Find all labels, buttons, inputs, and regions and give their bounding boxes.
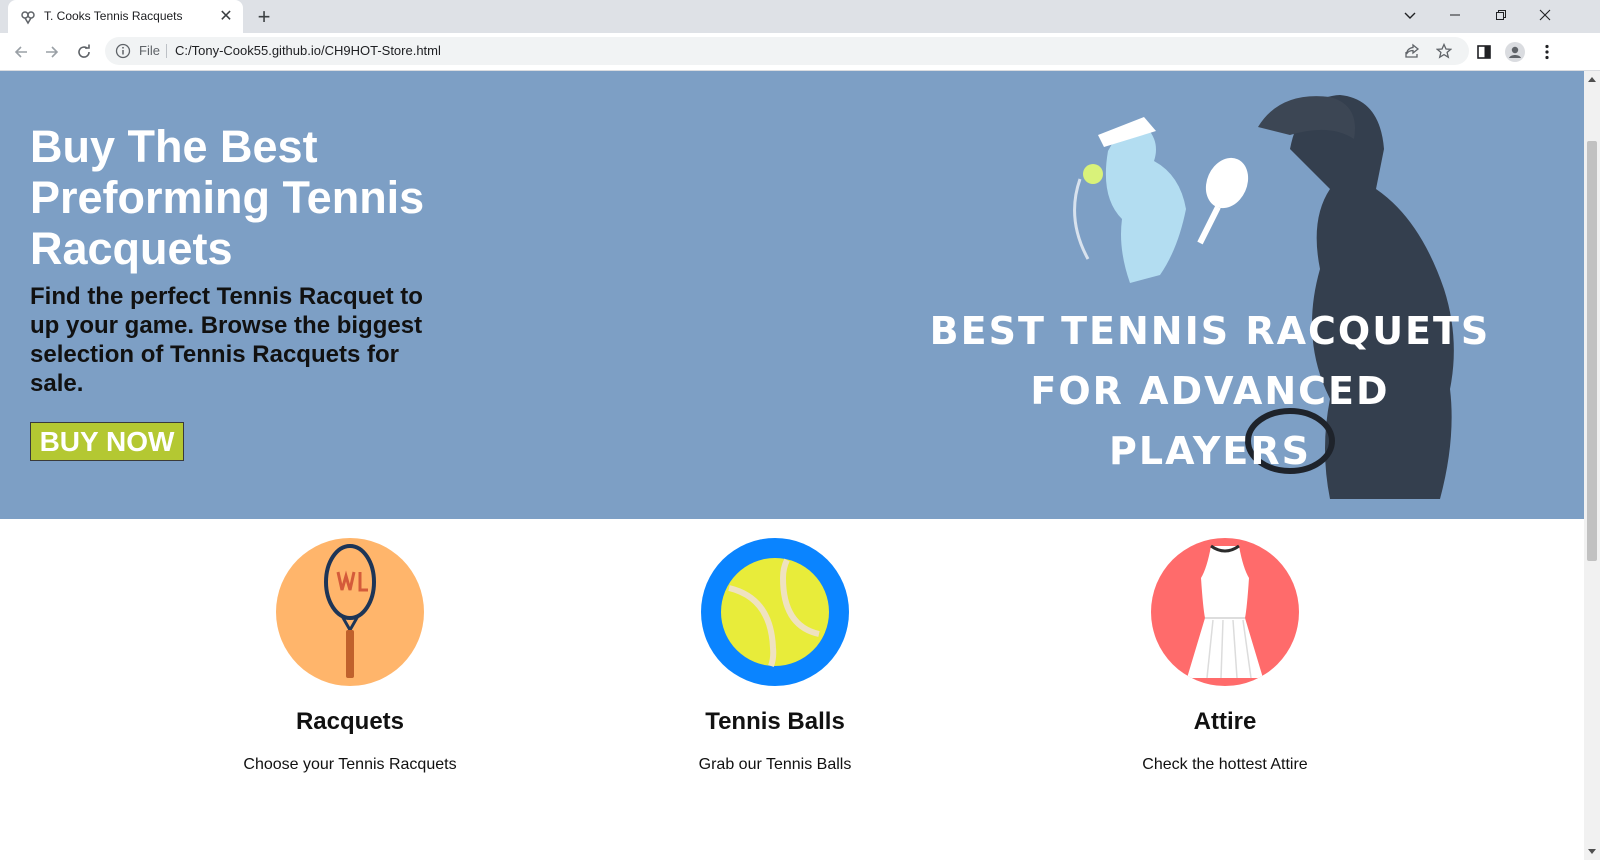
hero-section: Buy The Best Preforming Tennis Racquets … — [0, 71, 1584, 519]
forward-icon[interactable] — [38, 38, 66, 66]
reload-icon[interactable] — [70, 38, 98, 66]
category-racquets[interactable]: Racquets Choose your Tennis Racquets — [180, 538, 520, 788]
scroll-up-arrow-icon[interactable] — [1588, 77, 1596, 82]
tennis-ball-image[interactable] — [701, 538, 849, 686]
profile-icon[interactable] — [1505, 42, 1525, 62]
tab-close-icon[interactable]: ✕ — [217, 8, 235, 26]
browser-toolbar: File C:/Tony-Cook55.github.io/CH9HOT-Sto… — [0, 33, 1600, 71]
racquet-image[interactable] — [276, 538, 424, 686]
tab-title: T. Cooks Tennis Racquets — [44, 9, 183, 23]
page-viewport: Buy The Best Preforming Tennis Racquets … — [0, 71, 1584, 860]
window-close-icon[interactable] — [1522, 0, 1568, 30]
tab-search-icon[interactable] — [1387, 0, 1433, 30]
category-title: Attire — [1193, 708, 1257, 735]
hero-subtitle: Find the perfect Tennis Racquet to up yo… — [30, 283, 423, 397]
vertical-scrollbar[interactable] — [1584, 71, 1600, 860]
address-bar[interactable]: File C:/Tony-Cook55.github.io/CH9HOT-Sto… — [105, 37, 1469, 65]
category-description: Check the hottest Attire — [1142, 756, 1308, 773]
share-icon[interactable] — [1403, 42, 1421, 60]
category-description: Choose your Tennis Racquets — [243, 756, 457, 773]
category-tennis-balls[interactable]: Tennis Balls Grab our Tennis Balls — [605, 538, 945, 788]
favicon-icon — [21, 11, 35, 25]
minimize-icon[interactable] — [1432, 0, 1478, 30]
hero-title: Buy The Best Preforming Tennis Racquets — [30, 121, 425, 274]
back-icon[interactable] — [7, 38, 35, 66]
category-attire[interactable]: Attire Check the hottest Attire — [1055, 538, 1395, 788]
menu-icon[interactable] — [1537, 42, 1557, 62]
tennis-dress-image[interactable] — [1151, 538, 1299, 686]
tab-strip: T. Cooks Tennis Racquets ✕ + — [0, 0, 1600, 33]
scrollbar-thumb[interactable] — [1587, 141, 1597, 561]
info-icon[interactable] — [115, 43, 131, 59]
browser-tab[interactable]: T. Cooks Tennis Racquets ✕ — [8, 0, 243, 33]
new-tab-button[interactable]: + — [252, 6, 276, 30]
category-description: Grab our Tennis Balls — [698, 756, 852, 773]
category-title: Racquets — [295, 708, 405, 735]
url-text[interactable]: C:/Tony-Cook55.github.io/CH9HOT-Store.ht… — [175, 43, 441, 58]
buy-now-button[interactable]: BUY NOW — [30, 422, 184, 461]
side-panel-icon[interactable] — [1474, 42, 1494, 62]
banner-line-1: BEST TENNIS RACQUETS — [929, 309, 1491, 353]
separator — [166, 44, 167, 58]
scheme-label: File — [139, 43, 160, 58]
scroll-down-arrow-icon[interactable] — [1588, 849, 1596, 854]
hero-banner-image: BEST TENNIS RACQUETS FOR ADVANCED PLAYER… — [860, 79, 1560, 501]
bookmark-star-icon[interactable] — [1435, 42, 1453, 60]
banner-line-2: FOR ADVANCED — [1030, 369, 1390, 413]
category-title: Tennis Balls — [705, 708, 845, 735]
restore-icon[interactable] — [1478, 0, 1524, 30]
banner-line-3: PLAYERS — [1109, 429, 1311, 473]
